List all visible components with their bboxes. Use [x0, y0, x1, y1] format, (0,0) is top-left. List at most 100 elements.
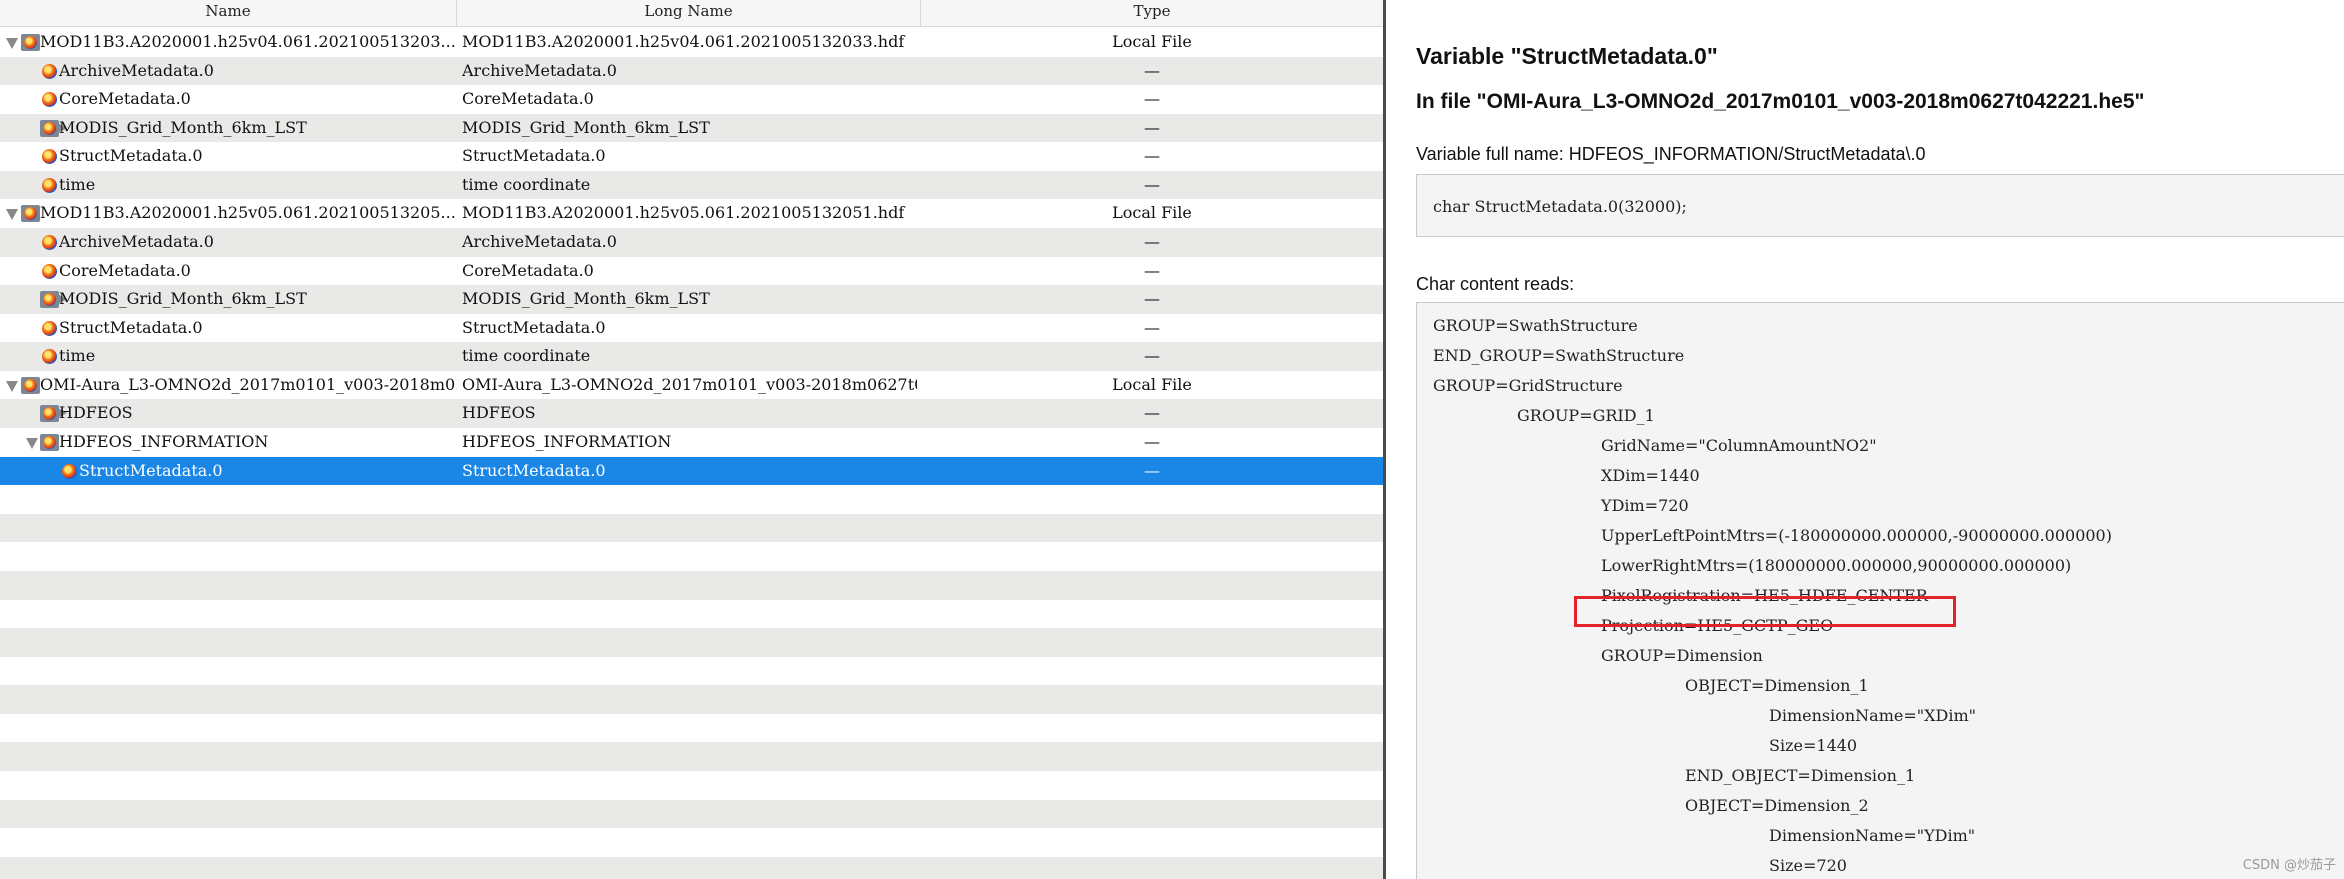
content-line: OBJECT=Dimension_2 [1685, 796, 1869, 815]
tree-cell-type: — [1144, 232, 1160, 252]
dataset-file-icon [40, 405, 59, 423]
tree-cell-long-name: MODIS_Grid_Month_6km_LST [462, 117, 710, 137]
tree-item-name: StructMetadata.0 [79, 460, 223, 480]
column-header-name[interactable]: Name [0, 0, 457, 27]
tree-item-name: HDFEOS_INFORMATION [59, 432, 269, 452]
empty-row [0, 856, 1383, 879]
variable-icon [42, 235, 57, 251]
tree-cell-name: StructMetadata.0 [0, 314, 457, 343]
tree-row[interactable]: time time coordinate — [0, 170, 1383, 200]
tree-row[interactable]: StructMetadata.0 StructMetadata.0 — [0, 314, 1383, 343]
empty-row [0, 828, 1383, 857]
column-header-type[interactable]: Type [921, 0, 1383, 27]
variable-icon [42, 263, 57, 279]
tree-cell-type: — [1144, 346, 1160, 366]
tree-cell-long-name: StructMetadata.0 [462, 317, 606, 337]
collapse-triangle-icon[interactable] [6, 209, 18, 221]
tree-row[interactable]: HDFEOS HDFEOS — [0, 399, 1383, 429]
content-line: OBJECT=Dimension_1 [1685, 676, 1869, 695]
tree-cell-long-name: CoreMetadata.0 [462, 260, 594, 280]
pixel-registration-highlight [1574, 596, 1956, 627]
content-label: Char content reads: [1416, 274, 1575, 294]
empty-row [0, 657, 1383, 686]
content-line: GridName="ColumnAmountNO2" [1601, 436, 1877, 455]
dataset-file-icon [40, 119, 59, 137]
content-line: UpperLeftPointMtrs=(-180000000.000000,-9… [1601, 526, 2112, 545]
tree-cell-type: — [1144, 403, 1160, 423]
dataset-file-icon [40, 291, 59, 309]
file-title: In file "OMI-Aura_L3-OMNO2d_2017m0101_v0… [1416, 90, 2145, 113]
column-header-long-name[interactable]: Long Name [457, 0, 921, 27]
tree-cell-long-name: OMI-Aura_L3-OMNO2d_2017m0101_v003-2018m0… [462, 374, 917, 394]
tree-row[interactable]: time time coordinate — [0, 342, 1383, 371]
tree-cell-name: OMI-Aura_L3-OMNO2d_2017m0101_v003-2018m0… [0, 371, 457, 400]
variable-full-name: Variable full name: HDFEOS_INFORMATION/S… [1416, 144, 1926, 164]
tree-body: MOD11B3.A2020001.h25v04.061.202100513203… [0, 28, 1383, 879]
char-content-box: GROUP=SwathStructure END_GROUP=SwathStruc… [1416, 302, 2344, 879]
tree-cell-long-name: MOD11B3.A2020001.h25v05.061.202100513205… [462, 203, 905, 223]
tree-row[interactable]: StructMetadata.0 StructMetadata.0 — [0, 142, 1383, 171]
tree-row[interactable]: ArchiveMetadata.0 ArchiveMetadata.0 — [0, 228, 1383, 257]
dataset-file-icon [21, 34, 40, 51]
declaration-text: char StructMetadata.0(32000); [1433, 197, 1687, 216]
empty-row [0, 600, 1383, 629]
tree-row[interactable]: HDFEOS_INFORMATION HDFEOS_INFORMATION — [0, 428, 1383, 457]
tree-item-name: ArchiveMetadata.0 [59, 232, 214, 252]
tree-item-name: ArchiveMetadata.0 [59, 60, 214, 80]
content-line: Size=1440 [1769, 736, 1858, 755]
variable-icon [42, 92, 57, 108]
variable-info-panel: Variable "StructMetadata.0" In file "OMI… [1386, 0, 2344, 879]
tree-cell-type: — [1144, 117, 1160, 137]
variable-icon [42, 320, 57, 336]
tree-cell-type: Local File [1112, 374, 1192, 394]
tree-item-name: StructMetadata.0 [59, 317, 203, 337]
tree-cell-type: — [1144, 289, 1160, 309]
tree-row[interactable]: StructMetadata.0 StructMetadata.0 — [0, 456, 1383, 486]
empty-row [0, 542, 1383, 571]
empty-row [0, 714, 1383, 743]
collapse-triangle-icon[interactable] [26, 438, 38, 450]
tree-cell-name: MOD11B3.A2020001.h25v04.061.202100513203… [0, 28, 457, 57]
empty-row [0, 799, 1383, 829]
collapse-triangle-icon[interactable] [6, 380, 18, 392]
content-line: LowerRightMtrs=(180000000.000000,9000000… [1601, 556, 2072, 575]
variable-icon [62, 463, 77, 479]
tree-row[interactable]: ArchiveMetadata.0 ArchiveMetadata.0 — [0, 56, 1383, 86]
content-line: GROUP=SwathStructure [1433, 316, 1638, 335]
tree-row[interactable]: MODIS_Grid_Month_6km_LST MODIS_Grid_Month… [0, 113, 1383, 143]
tree-cell-name: CoreMetadata.0 [0, 257, 457, 286]
tree-row[interactable]: MOD11B3.A2020001.h25v04.061.202100513203… [0, 28, 1383, 57]
tree-row[interactable]: CoreMetadata.0 CoreMetadata.0 — [0, 257, 1383, 286]
empty-row [0, 513, 1383, 543]
tree-cell-name: ArchiveMetadata.0 [0, 228, 457, 257]
variable-title: Variable "StructMetadata.0" [1416, 43, 1718, 69]
tree-cell-name: ArchiveMetadata.0 [0, 57, 457, 86]
tree-cell-name: CoreMetadata.0 [0, 85, 457, 114]
tree-row[interactable]: CoreMetadata.0 CoreMetadata.0 — [0, 85, 1383, 114]
empty-row [0, 685, 1383, 714]
variable-tree-table: Name Long Name Type MOD11B3.A2020001.h25… [0, 0, 1383, 879]
tree-cell-long-name: time coordinate [462, 174, 591, 194]
tree-item-name: MODIS_Grid_Month_6km_LST [59, 117, 307, 137]
tree-item-name: CoreMetadata.0 [59, 260, 191, 280]
tree-cell-type: — [1144, 260, 1160, 280]
tree-item-name: StructMetadata.0 [59, 146, 203, 166]
tree-item-name: time [59, 346, 96, 366]
tree-cell-name: HDFEOS [0, 399, 457, 428]
tree-item-name: HDFEOS [59, 403, 133, 423]
tree-cell-long-name: ArchiveMetadata.0 [462, 232, 617, 252]
tree-row[interactable]: OMI-Aura_L3-OMNO2d_2017m0101_v003-2018m0… [0, 371, 1383, 400]
content-line: XDim=1440 [1601, 466, 1700, 485]
tree-cell-name: MOD11B3.A2020001.h25v05.061.202100513205… [0, 199, 457, 228]
empty-row [0, 570, 1383, 600]
tree-row[interactable]: MODIS_Grid_Month_6km_LST MODIS_Grid_Month… [0, 285, 1383, 314]
tree-cell-type: — [1144, 146, 1160, 166]
tree-cell-type: Local File [1112, 32, 1192, 51]
variable-icon [42, 349, 57, 365]
tree-cell-type: — [1144, 432, 1160, 452]
tree-cell-name: MODIS_Grid_Month_6km_LST [0, 285, 457, 314]
tree-column-header: Name Long Name Type [0, 0, 1383, 27]
tree-row[interactable]: MOD11B3.A2020001.h25v05.061.202100513205… [0, 199, 1383, 228]
watermark: CSDN @炒茄子 [2242, 858, 2336, 873]
collapse-triangle-icon[interactable] [6, 38, 18, 49]
